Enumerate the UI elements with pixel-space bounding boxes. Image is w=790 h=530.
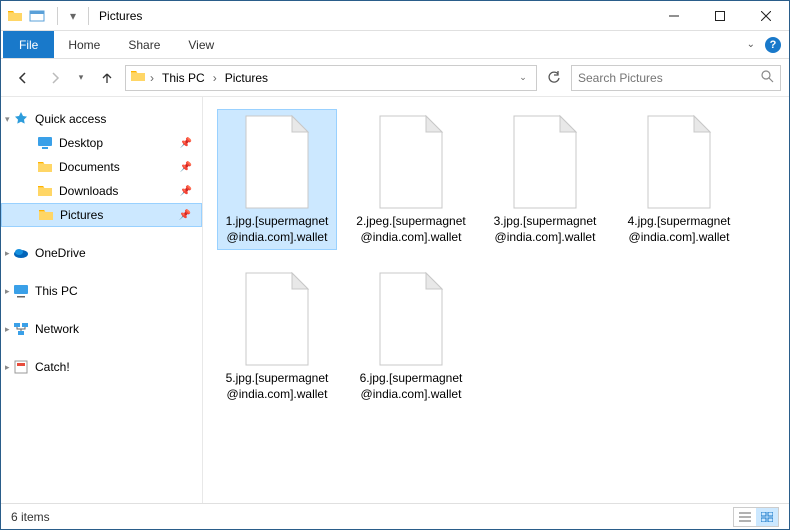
folder-icon <box>37 183 53 199</box>
chevron-right-icon[interactable]: › <box>211 71 219 85</box>
address-dropdown-icon[interactable]: ⌄ <box>512 67 534 89</box>
chevron-right-icon[interactable]: › <box>148 71 156 85</box>
file-name: 5.jpg.[supermagnet@india.com].wallet <box>222 371 332 402</box>
file-item[interactable]: 1.jpg.[supermagnet@india.com].wallet <box>217 109 337 250</box>
file-item[interactable]: 5.jpg.[supermagnet@india.com].wallet <box>217 266 337 407</box>
ribbon: File Home Share View ⌄ ? <box>1 31 789 59</box>
address-bar[interactable]: › This PC › Pictures ⌄ <box>125 65 537 91</box>
file-icon <box>238 271 316 367</box>
breadcrumb-thispc[interactable]: This PC <box>158 71 209 85</box>
close-button[interactable] <box>743 1 789 31</box>
refresh-button[interactable] <box>541 65 567 91</box>
sidebar-item-label: OneDrive <box>35 246 86 260</box>
sidebar-item-thispc[interactable]: ▸ This PC <box>1 279 202 303</box>
file-tab[interactable]: File <box>3 31 54 58</box>
sidebar-item-downloads[interactable]: Downloads 📌 <box>1 179 202 203</box>
caret-right-icon[interactable]: ▸ <box>5 362 10 373</box>
file-item[interactable]: 6.jpg.[supermagnet@india.com].wallet <box>351 266 471 407</box>
search-box[interactable] <box>571 65 781 91</box>
folder-icon <box>37 159 53 175</box>
sidebar-item-documents[interactable]: Documents 📌 <box>1 155 202 179</box>
explorer-window: ▾ Pictures File Home Share View ⌄ ? ▾ › … <box>0 0 790 530</box>
status-bar: 6 items <box>1 503 789 529</box>
search-input[interactable] <box>578 71 761 85</box>
title-bar: ▾ Pictures <box>1 1 789 31</box>
folder-icon <box>130 68 146 87</box>
details-view-button[interactable] <box>734 508 756 526</box>
tab-view[interactable]: View <box>174 31 228 58</box>
file-icon <box>640 114 718 210</box>
item-count: 6 items <box>11 510 50 524</box>
file-grid: 1.jpg.[supermagnet@india.com].wallet 2.jp… <box>217 109 781 407</box>
file-icon <box>372 271 450 367</box>
file-name: 4.jpg.[supermagnet@india.com].wallet <box>624 214 734 245</box>
sidebar-item-label: Network <box>35 322 79 336</box>
sidebar-item-label: Desktop <box>59 136 103 150</box>
pin-icon: 📌 <box>180 162 192 173</box>
catch-icon <box>13 359 29 375</box>
nav-pane: ▾ Quick access Desktop📌Documents📌Downloa… <box>1 97 203 503</box>
forward-button[interactable] <box>41 64 69 92</box>
caret-right-icon[interactable]: ▸ <box>5 324 10 335</box>
minimize-button[interactable] <box>651 1 697 31</box>
sidebar-item-label: Quick access <box>35 112 106 126</box>
caret-right-icon[interactable]: ▸ <box>5 286 10 297</box>
breadcrumb-pictures[interactable]: Pictures <box>221 71 272 85</box>
maximize-button[interactable] <box>697 1 743 31</box>
quick-access-group: ▾ Quick access Desktop📌Documents📌Downloa… <box>1 107 202 227</box>
pin-icon: 📌 <box>179 210 191 221</box>
file-pane[interactable]: 1.jpg.[supermagnet@india.com].wallet 2.jp… <box>203 97 789 503</box>
file-item[interactable]: 2.jpeg.[supermagnet@india.com].wallet <box>351 109 471 250</box>
file-name: 1.jpg.[supermagnet@india.com].wallet <box>222 214 332 245</box>
file-item[interactable]: 3.jpg.[supermagnet@india.com].wallet <box>485 109 605 250</box>
thispc-icon <box>13 283 29 299</box>
sidebar-item-label: Catch! <box>35 360 70 374</box>
sidebar-item-label: Documents <box>59 160 120 174</box>
up-button[interactable] <box>93 64 121 92</box>
back-button[interactable] <box>9 64 37 92</box>
sidebar-item-catch[interactable]: ▸ Catch! <box>1 355 202 379</box>
file-icon <box>506 114 584 210</box>
recent-dropdown-icon[interactable]: ▾ <box>73 64 89 92</box>
file-name: 6.jpg.[supermagnet@india.com].wallet <box>356 371 466 402</box>
caret-down-icon[interactable]: ▾ <box>5 114 10 125</box>
sidebar-item-network[interactable]: ▸ Network <box>1 317 202 341</box>
body: ▾ Quick access Desktop📌Documents📌Downloa… <box>1 97 789 503</box>
folder-icon <box>38 207 54 223</box>
sidebar-item-pictures[interactable]: Pictures 📌 <box>1 203 202 227</box>
search-icon[interactable] <box>761 70 774 86</box>
window-title: Pictures <box>99 9 142 23</box>
help-icon[interactable]: ? <box>765 37 781 53</box>
file-name: 3.jpg.[supermagnet@india.com].wallet <box>490 214 600 245</box>
sidebar-item-desktop[interactable]: Desktop 📌 <box>1 131 202 155</box>
tab-share[interactable]: Share <box>114 31 174 58</box>
nav-bar: ▾ › This PC › Pictures ⌄ <box>1 59 789 97</box>
explorer-app-icon <box>29 8 45 24</box>
onedrive-icon <box>13 245 29 261</box>
view-toggle <box>733 507 779 527</box>
caret-right-icon[interactable]: ▸ <box>5 248 10 259</box>
sidebar-item-onedrive[interactable]: ▸ OneDrive <box>1 241 202 265</box>
file-name: 2.jpeg.[supermagnet@india.com].wallet <box>356 214 466 245</box>
folder-icon <box>7 8 23 24</box>
tab-home[interactable]: Home <box>54 31 114 58</box>
file-icon <box>372 114 450 210</box>
sidebar-item-label: This PC <box>35 284 78 298</box>
ribbon-expand-icon[interactable]: ⌄ <box>747 39 755 50</box>
desktop-icon <box>37 135 53 151</box>
sidebar-item-label: Downloads <box>59 184 118 198</box>
sidebar-item-label: Pictures <box>60 208 103 222</box>
icons-view-button[interactable] <box>756 508 778 526</box>
separator <box>88 7 89 25</box>
network-icon <box>13 321 29 337</box>
sidebar-quick-access[interactable]: ▾ Quick access <box>1 107 202 131</box>
file-icon <box>238 114 316 210</box>
pin-icon: 📌 <box>180 186 192 197</box>
file-item[interactable]: 4.jpg.[supermagnet@india.com].wallet <box>619 109 739 250</box>
quick-access-toolbar: ▾ <box>51 7 95 25</box>
qat-dropdown-icon[interactable]: ▾ <box>66 9 80 23</box>
star-icon <box>13 111 29 127</box>
pin-icon: 📌 <box>180 138 192 149</box>
separator <box>57 7 58 25</box>
